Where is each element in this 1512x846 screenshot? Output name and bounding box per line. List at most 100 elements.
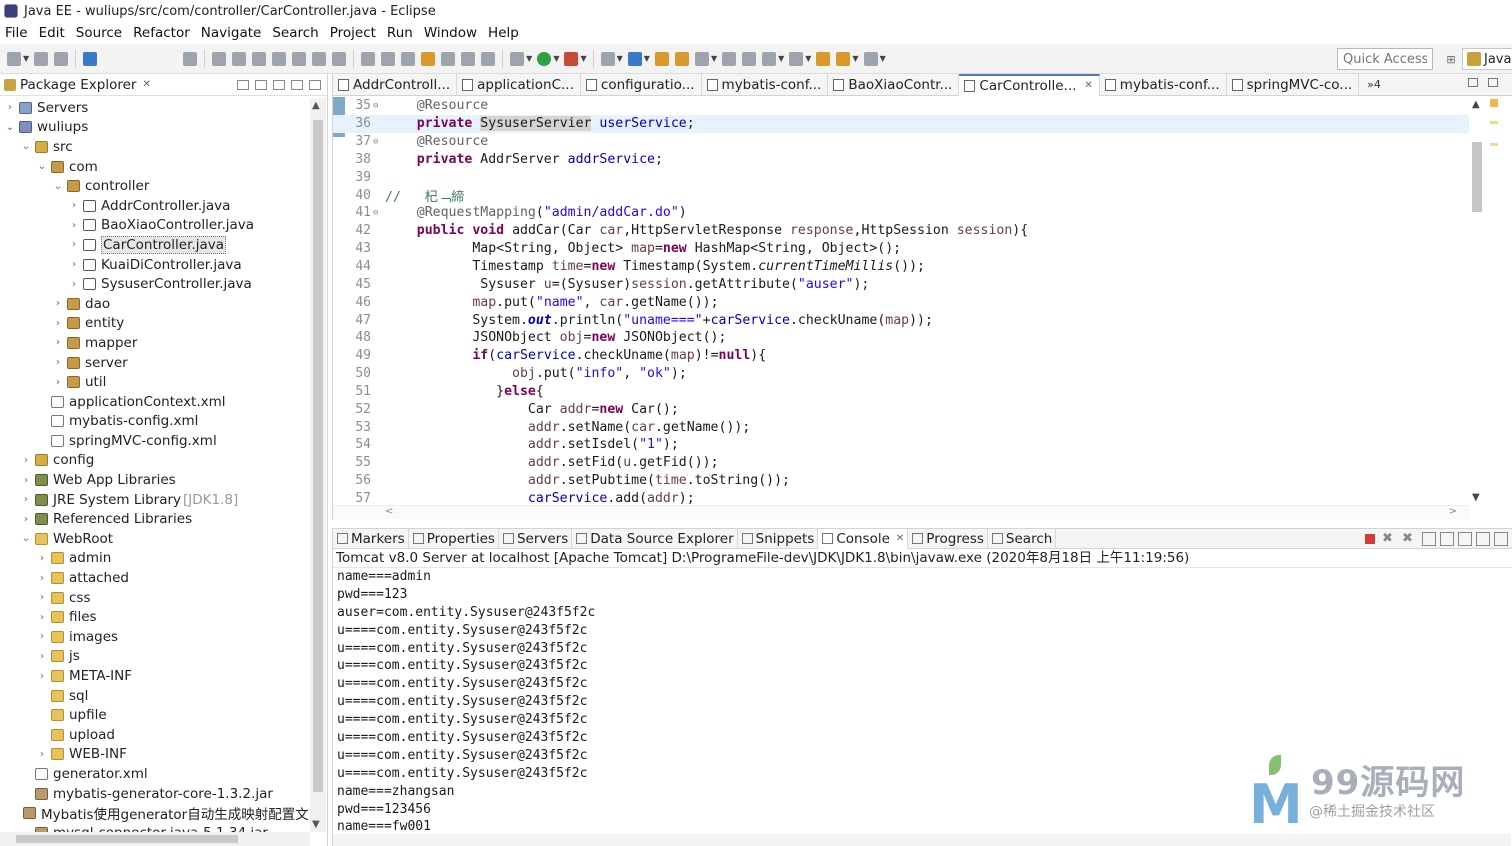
new-dropdown-icon[interactable]: ▼: [23, 54, 29, 63]
code-text[interactable]: @Resource: [381, 134, 488, 149]
code-text[interactable]: }else{: [381, 384, 544, 399]
more-tabs-indicator[interactable]: »4: [1367, 78, 1381, 91]
code-line[interactable]: 39: [333, 168, 1469, 186]
code-line[interactable]: 53 addr.setName(car.getName());: [333, 418, 1469, 436]
code-line[interactable]: 42 public void addCar(Car car,HttpServle…: [333, 222, 1469, 240]
occurrence-marker[interactable]: [1490, 121, 1498, 124]
editor-tab[interactable]: configuratio...: [581, 73, 702, 96]
scrollbar-thumb[interactable]: [313, 120, 323, 792]
scroll-left-icon[interactable]: <: [385, 506, 393, 517]
remove-all-launches-icon[interactable]: ✖: [1402, 531, 1418, 547]
web-browser-icon[interactable]: [722, 51, 737, 66]
resume-icon[interactable]: [212, 51, 227, 66]
code-line[interactable]: 35 ⊖ @Resource: [333, 97, 1469, 115]
fold-toggle-icon[interactable]: ⊖: [373, 208, 381, 218]
disconnect-icon[interactable]: [272, 51, 287, 66]
tree-item-src[interactable]: ⌄ src: [0, 137, 310, 157]
tree-item-js[interactable]: › js: [0, 647, 310, 667]
chevron-right-icon[interactable]: ›: [68, 220, 80, 231]
view-menu-icon[interactable]: [273, 79, 285, 90]
chevron-down-icon[interactable]: ⌄: [36, 161, 48, 172]
editor-tab[interactable]: CarControlle... ✕: [959, 73, 1100, 96]
terminate-icon[interactable]: [1365, 534, 1375, 544]
open-type-icon[interactable]: [654, 51, 669, 66]
highlight-icon[interactable]: [421, 51, 436, 66]
tree-item-meta-inf[interactable]: › META-INF: [0, 666, 310, 686]
tree-item-mybatis-generator[interactable]: Mybatis使用generator自动生成映射配置文·: [0, 803, 310, 823]
minimize-icon[interactable]: [1468, 78, 1478, 87]
fold-toggle-icon[interactable]: ⊖: [373, 101, 381, 111]
chevron-right-icon[interactable]: ›: [68, 200, 80, 211]
save-icon[interactable]: [34, 51, 49, 66]
code-text[interactable]: Sysuser u=(Sysuser)session.getAttribute(…: [381, 277, 869, 292]
tree-item-upfile[interactable]: upfile: [0, 705, 310, 725]
tree-item-sysusercontroller-java[interactable]: › SysuserController.java: [0, 274, 310, 294]
menu-refactor[interactable]: Refactor: [133, 25, 190, 41]
forward-dropdown-icon[interactable]: ▼: [880, 54, 886, 63]
console-horizontal-scrollbar[interactable]: [333, 834, 1511, 846]
tree-item-upload[interactable]: upload: [0, 725, 310, 745]
editor-vertical-scrollbar[interactable]: ▲ ▼: [1469, 97, 1485, 505]
search-tool-icon[interactable]: [694, 51, 709, 66]
tree-item-springmvc-config-xml[interactable]: springMVC-config.xml: [0, 431, 310, 451]
tree-item-wuliups[interactable]: ⌄ wuliups: [0, 118, 310, 138]
tree-item-mysql-connector-java-5-1-34-jar[interactable]: mysql-connector-java-5.1.34.jar: [0, 823, 310, 832]
menu-window[interactable]: Window: [424, 25, 477, 41]
menu-navigate[interactable]: Navigate: [201, 25, 262, 41]
link-with-editor-icon[interactable]: [255, 79, 267, 90]
tree-item-baoxiaocontroller-java[interactable]: › BaoXiaoController.java: [0, 216, 310, 236]
scrollbar-thumb[interactable]: [1472, 142, 1482, 212]
code-line[interactable]: 36 private SysuserServier userService;: [333, 114, 1469, 133]
tab-data-source-explorer[interactable]: Data Source Explorer: [572, 528, 738, 549]
tree-item-referenced-libraries[interactable]: › Referenced Libraries: [0, 509, 310, 529]
tree-item-mapper[interactable]: › mapper: [0, 333, 310, 353]
code-text[interactable]: private SysuserServier userService;: [381, 116, 695, 132]
last-edit-dropdown-icon[interactable]: ▼: [805, 54, 811, 63]
menu-edit[interactable]: Edit: [39, 25, 65, 41]
paragraph-icon[interactable]: [481, 51, 496, 66]
editor-tab[interactable]: springMVC-co...: [1227, 73, 1360, 96]
chevron-right-icon[interactable]: ›: [52, 337, 64, 348]
open-task-icon[interactable]: [674, 51, 689, 66]
back-icon[interactable]: [816, 51, 831, 66]
tree-item-addrcontroller-java[interactable]: › AddrController.java: [0, 196, 310, 216]
code-text[interactable]: addr.setFid(u.getFid());: [381, 455, 719, 470]
chevron-right-icon[interactable]: ›: [36, 553, 48, 564]
code-line[interactable]: 49 if(carService.checkUname(map)!=null){: [333, 347, 1469, 365]
tree-item-applicationcontext-xml[interactable]: applicationContext.xml: [0, 392, 310, 412]
scroll-lock-icon[interactable]: [1440, 532, 1454, 546]
scroll-down-icon[interactable]: ▼: [312, 819, 320, 830]
code-line[interactable]: 40 // 杞﹁締: [333, 186, 1469, 205]
tree-item-generator-xml[interactable]: generator.xml: [0, 764, 310, 784]
tree-item-jre-system-library[interactable]: › JRE System Library [JDK1.8]: [0, 490, 310, 510]
tree-item-images[interactable]: › images: [0, 627, 310, 647]
chevron-right-icon[interactable]: ›: [52, 357, 64, 368]
code-text[interactable]: addr.setIsdel("1");: [381, 437, 679, 452]
tree-item-admin[interactable]: › admin: [0, 549, 310, 569]
new-icon[interactable]: [7, 51, 21, 66]
occurrence-marker[interactable]: [1490, 143, 1498, 146]
tree-item-css[interactable]: › css: [0, 588, 310, 608]
skip-breakpoints-icon[interactable]: [183, 51, 198, 66]
code-text[interactable]: System.out.println("uname==="+carService…: [381, 313, 933, 328]
step-into-icon[interactable]: [292, 51, 307, 66]
code-line[interactable]: 43 Map<String, Object> map=new HashMap<S…: [333, 240, 1469, 258]
package-explorer-vertical-scrollbar[interactable]: ▲ ▼: [310, 98, 326, 832]
tree-item-files[interactable]: › files: [0, 607, 310, 627]
chevron-right-icon[interactable]: ›: [36, 612, 48, 623]
code-text[interactable]: if(carService.checkUname(map)!=null){: [381, 348, 766, 363]
pin-console-icon[interactable]: [1476, 532, 1490, 546]
tab-console[interactable]: Console ✕: [818, 528, 909, 549]
tab-servers[interactable]: Servers: [499, 528, 573, 549]
code-line[interactable]: 37 ⊖ @Resource: [333, 133, 1469, 151]
annotation-dropdown-icon[interactable]: ▼: [778, 54, 784, 63]
tab-snippets[interactable]: Snippets: [738, 528, 819, 549]
collapse-all-icon[interactable]: [237, 79, 249, 90]
maximize-icon[interactable]: [1488, 78, 1498, 87]
tab-progress[interactable]: Progress: [908, 528, 988, 549]
code-text[interactable]: @RequestMapping("admin/addCar.do"): [381, 205, 687, 220]
code-line[interactable]: 52 Car addr=new Car();: [333, 400, 1469, 418]
menu-file[interactable]: File: [5, 25, 28, 41]
code-line[interactable]: 46 map.put("name", car.getName());: [333, 293, 1469, 311]
server-dropdown-icon[interactable]: ▼: [644, 54, 650, 63]
